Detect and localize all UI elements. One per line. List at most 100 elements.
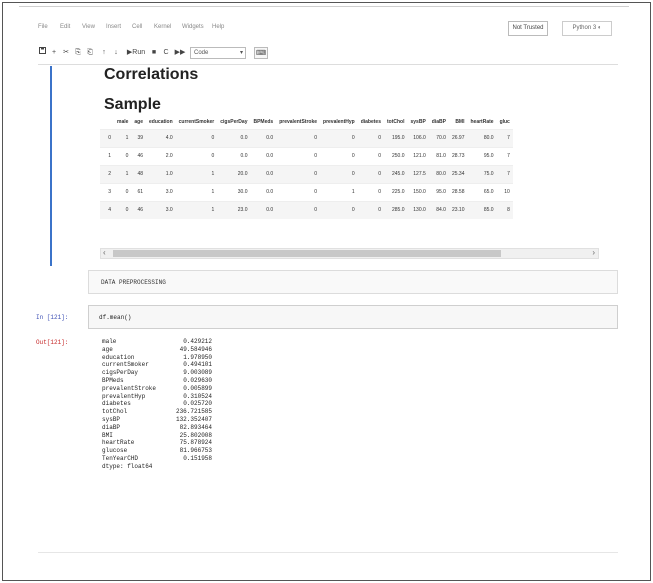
output-prompt: Out[121]: [36, 339, 69, 346]
heading-sample: Sample [104, 96, 161, 113]
table-cell: 20.0 [217, 164, 251, 183]
table-cell: 195.0 [384, 128, 408, 147]
table-cell: 3.0 [146, 182, 176, 201]
menubar: File Edit View Insert Cell Kernel Widget… [38, 20, 618, 42]
menu-file[interactable]: File [38, 24, 48, 30]
series-value: 9.003089 [183, 369, 212, 377]
paste-icon[interactable]: ⎗ [86, 47, 94, 59]
column-header: prevalentStroke [279, 118, 318, 125]
menu-help[interactable]: Help [212, 24, 224, 30]
table-cell: 70.0 [428, 128, 449, 147]
table-cell: 39 [131, 128, 147, 147]
series-value: 132.352407 [175, 415, 212, 423]
table-cell: 95.0 [428, 182, 449, 201]
window-top-rule [19, 6, 629, 12]
menu-edit[interactable]: Edit [60, 24, 70, 30]
horizontal-scrollbar[interactable]: ‹ › [100, 248, 599, 259]
table-cell: 3.0 [146, 200, 176, 219]
table-cell: 0.0 [217, 128, 251, 147]
column-header: prevalentHyp [323, 118, 355, 125]
column-header: diabetes [360, 118, 381, 125]
cell-type-select[interactable]: Code ▾ [190, 47, 246, 59]
series-name: cigsPerDay [102, 369, 139, 377]
run-button[interactable]: ▶Run [126, 47, 146, 59]
cut-icon[interactable]: ✂ [62, 47, 70, 59]
table-cell: 0 [276, 182, 321, 201]
table-cell: 46 [131, 146, 147, 165]
notebook-bottom-rule [38, 552, 618, 553]
scroll-left-icon[interactable]: ‹ [103, 248, 106, 257]
restart-icon[interactable]: C [162, 47, 170, 59]
table-cell: 4 [100, 200, 114, 219]
table-cell: 0 [320, 128, 358, 147]
table-cell: 0 [320, 146, 358, 165]
scrollbar-thumb[interactable] [113, 250, 501, 257]
insert-cell-icon[interactable]: + [50, 47, 58, 59]
table-cell: 3 [100, 182, 114, 201]
table-row: 3 0 61 3.0 1 30.0 0.0 0 1 0 225.0 150.0 … [100, 182, 513, 201]
series-row: cigsPerDay 9.003089 [102, 369, 212, 377]
table-cell: 0 [357, 200, 384, 219]
table-cell: 80.0 [428, 164, 449, 183]
table-cell: 0 [276, 164, 321, 183]
output-cell-dataframe: Correlations Sample male age education c… [50, 66, 599, 266]
table-cell: 23.10 [448, 200, 468, 219]
table-cell: 121.0 [407, 146, 429, 165]
series-value: 82.893464 [179, 423, 212, 431]
table-cell: 84.0 [428, 200, 449, 219]
keyboard-icon[interactable]: ⌨ [254, 47, 268, 59]
series-row: heartRate 75.878924 [102, 439, 212, 447]
raw-cell[interactable]: DATA PREPROCESSING [88, 270, 618, 294]
series-row: totChol 236.721585 [102, 408, 212, 416]
move-up-icon[interactable]: ↑ [100, 47, 108, 59]
column-header: sysBP [410, 118, 426, 125]
table-cell: 0.0 [250, 164, 277, 183]
series-name: prevalentHyp [102, 392, 146, 400]
table-cell: 245.0 [384, 164, 408, 183]
restart-run-all-icon[interactable]: ▶▶ [174, 47, 186, 59]
table-cell: 80.0 [467, 128, 497, 147]
table-cell: 1 [175, 164, 218, 183]
menu-widgets[interactable]: Widgets [182, 24, 204, 30]
series-name: totChol [102, 408, 128, 416]
save-icon[interactable] [38, 47, 46, 59]
series-name: diaBP [102, 423, 121, 431]
series-row: sysBP 132.352407 [102, 416, 212, 424]
scroll-right-icon[interactable]: › [592, 248, 595, 257]
table-cell: 0 [175, 146, 218, 165]
series-value: 75.878924 [179, 439, 212, 447]
series-row: currentSmoker 0.494101 [102, 361, 212, 369]
menu-view[interactable]: View [82, 24, 95, 30]
column-header [100, 115, 114, 129]
table-cell: 1 [175, 182, 218, 201]
table-cell: 25.34 [448, 164, 468, 183]
table-cell: 0.0 [217, 146, 251, 165]
series-value: 0.310524 [183, 392, 212, 400]
table-cell: 0 [357, 146, 384, 165]
series-output: male 0.429212 age 49.584946 education 1.978… [102, 338, 212, 471]
table-row: 4 0 46 3.0 1 23.0 0.0 0 0 0 285.0 130.0 … [100, 200, 513, 219]
menu-kernel[interactable]: Kernel [154, 24, 171, 30]
not-trusted-badge[interactable]: Not Trusted [508, 21, 548, 36]
series-value: 0.029630 [183, 376, 212, 384]
series-name: age [102, 345, 113, 353]
copy-icon[interactable]: ⎘ [74, 47, 82, 59]
stop-icon[interactable]: ■ [150, 47, 158, 59]
menu-insert[interactable]: Insert [106, 24, 121, 30]
dataframe-table-viewport: male age education currentSmoker cigsPer… [100, 115, 595, 295]
move-down-icon[interactable]: ↓ [112, 47, 120, 59]
code-cell[interactable]: df.mean() [88, 305, 618, 329]
heading-correlations: Correlations [104, 66, 199, 83]
table-cell: 0 [276, 128, 321, 147]
menu-cell[interactable]: Cell [132, 24, 142, 30]
series-row: TenYearCHD 0.151958 [102, 455, 212, 463]
series-row: education 1.978950 [102, 354, 212, 362]
series-row: age 49.584946 [102, 346, 212, 354]
table-cell: 106.0 [407, 128, 429, 147]
series-row: prevalentHyp 0.310524 [102, 393, 212, 401]
table-cell: 46 [131, 200, 147, 219]
column-header: education [149, 118, 173, 125]
kernel-indicator: Python 3 ◐ [562, 21, 612, 36]
series-value: 0.151958 [183, 454, 212, 462]
column-header: BMI [455, 118, 465, 125]
